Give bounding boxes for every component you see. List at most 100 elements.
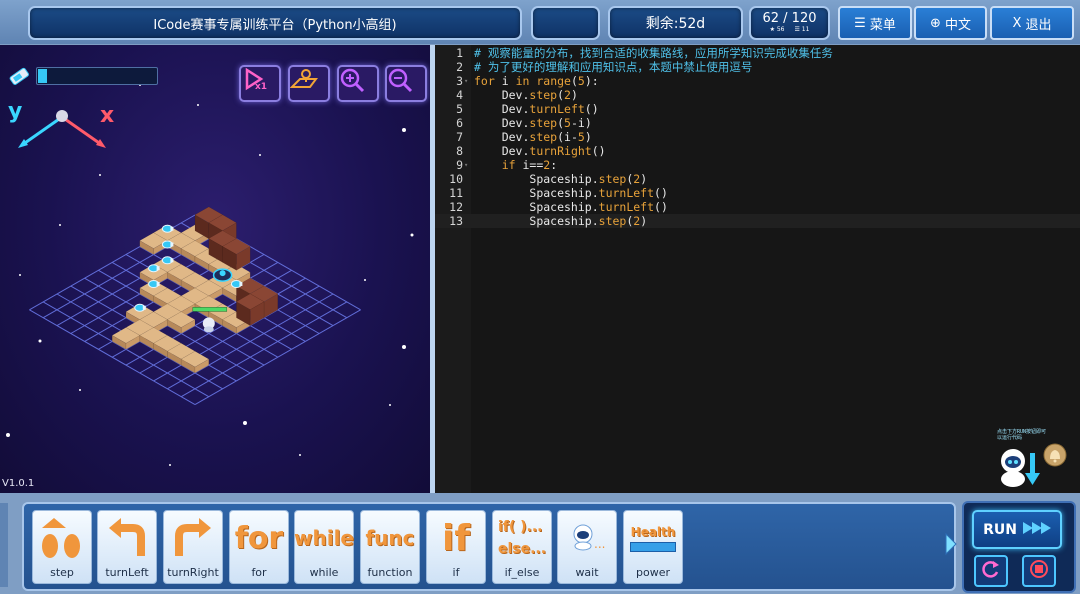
line-number: 5 [456,102,463,116]
code-line[interactable]: 4 Dev.step(2) [435,88,1080,102]
command-toolbox: step turnLeft turnRight for for while while fun… [22,502,956,591]
tool-label: if_else [504,566,540,579]
health-icon: Health [624,513,682,563]
code-editor[interactable]: 1 # 观察能量的分布，找到合适的收集路线，应用所学知识完成收集任务 2 # 为了更好… [435,45,1080,493]
run-hint: 点击下方RUN按钮即可以运行代码 [997,429,1047,441]
expand-arrow-icon[interactable] [945,532,957,556]
stars [6,84,414,466]
reset-button[interactable] [974,555,1008,587]
energy-cell-icon [161,240,174,249]
code-text: Spaceship.turnLeft() [529,200,668,214]
line-number: 4 [456,88,463,102]
zoom-out-button[interactable] [385,65,427,102]
tool-step[interactable]: step [32,510,92,584]
run-panel: RUN [962,501,1076,593]
stop-button[interactable] [1022,555,1056,587]
energy-cell-icon [161,256,174,265]
language-button[interactable]: ⊕ 中文 [914,6,987,40]
tool-if-else[interactable]: if( )... else... if_else [492,510,552,584]
fold-arrow-icon[interactable]: ▾ [464,158,468,172]
score-detail-a: ★ 56 [769,26,785,33]
code-text: for i in range(5): [474,74,599,88]
code-line[interactable]: 2 # 为了更好的理解和应用知识点，本题中禁止使用逗号 [435,60,1080,74]
wait-icon: ... [558,513,616,563]
line-number: 9 [456,158,463,172]
speed-button[interactable]: x1 [239,65,281,102]
map-tiles [111,206,279,374]
score-details: ★ 56 ☰ 11 [770,26,810,34]
tool-label: wait [575,566,599,579]
code-line[interactable]: 1 # 观察能量的分布，找到合适的收集路线，应用所学知识完成收集任务 [435,46,1080,60]
blank-panel [531,6,600,40]
line-number: 12 [449,200,463,214]
line-number: 8 [456,144,463,158]
for-icon: for [234,520,284,556]
game-scene [6,84,414,466]
code-text: Dev.step(5-i) [501,116,592,130]
tool-for[interactable]: for for [229,510,289,584]
code-line[interactable]: 12 Spaceship.turnLeft() [435,200,1080,214]
version-label: V1.0.1 [2,478,35,489]
while-icon: while [294,526,354,550]
tool-wait[interactable]: ... wait [557,510,617,584]
language-label: 中文 [944,17,971,33]
tool-label: turnLeft [105,566,149,579]
svg-text:...: ... [594,537,605,551]
step-icon [33,513,91,563]
tool-if[interactable]: if if [426,510,486,584]
menu-button[interactable]: ☰ 菜单 [838,6,912,40]
tool-while[interactable]: while while [294,510,354,584]
code-text: Dev.turnLeft() [501,102,599,116]
tool-label: power [636,566,670,579]
line-number: 1 [456,46,463,60]
code-text: Dev.step(i-5) [501,130,592,144]
bell-icon[interactable] [1043,443,1067,467]
menu-label: 菜单 [869,17,896,33]
code-line[interactable]: 5 Dev.turnLeft() [435,102,1080,116]
energy-bar [36,67,158,85]
energy-cell-icon [230,280,243,288]
line-number: 13 [449,214,463,228]
tool-label: while [309,566,339,579]
zoom-in-button[interactable] [337,65,379,102]
code-line[interactable]: 10 Spaceship.step(2) [435,172,1080,186]
game-view[interactable]: y x x1 V1.0.1 [0,45,430,493]
tool-function[interactable]: func function [360,510,420,584]
run-button[interactable]: RUN [972,510,1062,549]
menu-icon: ☰ [854,15,866,31]
code-line[interactable]: 9 ▾ if i==2: [435,158,1080,172]
code-text: Spaceship.step(2) [529,214,648,228]
line-number: 3 [456,74,463,88]
stop-icon [1029,559,1049,583]
energy-cell-icon [161,224,174,233]
svg-text:x1: x1 [255,82,267,91]
code-line[interactable]: 13 Spaceship.step(2) [435,214,1080,228]
code-line[interactable]: 8 Dev.turnRight() [435,144,1080,158]
code-text: Spaceship.step(2) [529,172,648,186]
code-line[interactable]: 3 ▾ for i in range(5): [435,74,1080,88]
axis-x-label: x [100,103,115,128]
energy-cell-icon [148,264,160,273]
code-text: # 为了更好的理解和应用知识点，本题中禁止使用逗号 [474,60,753,74]
robot-helper-icon [997,441,1041,489]
fast-forward-icon [1022,520,1051,540]
bottom-bar: step turnLeft turnRight for for while while fun… [0,493,1080,594]
if-icon: if [441,517,470,559]
turn-right-icon [164,513,222,563]
score-value: 62 / 120 [762,11,817,26]
tool-power[interactable]: Health power [623,510,683,584]
fold-arrow-icon[interactable]: ▾ [464,74,468,88]
exit-icon: X [1012,15,1022,31]
code-line[interactable]: 11 Spaceship.turnLeft() [435,186,1080,200]
code-line[interactable]: 7 Dev.step(i-5) [435,130,1080,144]
line-number: 6 [456,116,463,130]
code-line[interactable]: 6 Dev.step(5-i) [435,116,1080,130]
tool-turnright[interactable]: turnRight [163,510,223,584]
score-detail-b: ☰ 11 [794,26,810,33]
tool-turnleft[interactable]: turnLeft [97,510,157,584]
run-label: RUN [983,521,1017,538]
platform-title: ICode赛事专属训练平台（Python小高组) [28,6,522,40]
tool-label: step [50,566,74,579]
map-view-button[interactable] [288,65,330,102]
exit-button[interactable]: X 退出 [990,6,1074,40]
